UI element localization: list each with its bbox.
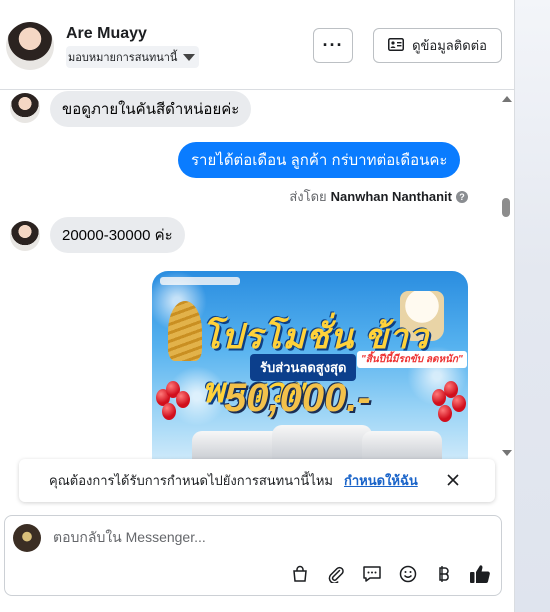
chat-bubble-icon[interactable] [361,563,383,585]
contact-avatar[interactable] [6,22,54,70]
close-icon[interactable] [443,470,463,490]
contact-card-icon [388,37,405,54]
more-options-button[interactable]: ··· [313,28,353,63]
promo-image-attachment[interactable]: โปรโมชั่น ข้าวพารวย "สิ้นปีนี้มีรถขับ ลด… [152,271,468,461]
chevron-down-icon [183,53,196,61]
notice-text: คุณต้องการได้รับการกำหนดไปยังการสนทนานี้… [49,473,333,488]
sent-by-line: ส่งโดย Nanwhan Nanthanit ? [289,186,468,207]
view-contact-label: ดูข้อมูลติดต่อ [412,38,487,53]
balloon-decoration [438,405,452,422]
car-image [192,431,282,461]
reply-composer [4,515,502,596]
emoji-icon[interactable] [397,563,419,585]
assign-label: มอบหมายการสนทนานี้ [68,52,178,64]
sender-avatar [10,221,40,251]
message-thread[interactable]: ขอดูภายในคันสีดำหน่อยค่ะ รายได้ต่อเดือน … [0,91,514,461]
help-icon[interactable]: ? [456,190,468,203]
balloon-decoration [452,395,466,412]
sent-by-prefix: ส่งโดย [289,189,327,204]
car-image [362,431,442,461]
conversation-header: Are Muayy มอบหมายการสนทนานี้ ··· ดูข้อมู… [0,0,514,90]
thumbs-up-icon[interactable] [469,563,491,585]
bag-icon[interactable] [289,563,311,585]
paperclip-icon[interactable] [325,563,347,585]
balloon-decoration [176,391,190,408]
car-image [272,425,372,461]
reply-input[interactable] [53,529,483,545]
message-bubble-incoming[interactable]: ขอดูภายในคันสีดำหน่อยค่ะ [50,91,252,127]
message-bubble-outgoing[interactable]: รายได้ต่อเดือน ลูกค้า กร่บาทต่อเดือนคะ [178,142,461,178]
promo-amount: 50,000.- [224,376,371,420]
sent-by-name: Nanwhan Nanthanit [330,189,452,204]
scroll-up-arrow-icon[interactable] [502,96,512,102]
thread-scrollbar[interactable] [500,92,514,460]
right-background-panel [514,0,550,612]
sender-avatar [10,93,40,123]
message-bubble-incoming[interactable]: 20000-30000 ค่ะ [50,217,185,253]
more-icon: ··· [322,35,344,55]
assign-to-me-link[interactable]: กำหนดให้ฉัน [344,470,418,491]
conversation-panel: Are Muayy มอบหมายการสนทนานี้ ··· ดูข้อมู… [0,0,514,612]
contact-name[interactable]: Are Muayy [66,25,147,43]
scroll-down-arrow-icon[interactable] [502,450,512,456]
view-contact-button[interactable]: ดูข้อมูลติดต่อ [373,28,502,63]
scroll-thumb[interactable] [502,198,510,217]
wheat-decoration [168,301,202,361]
balloon-decoration [162,403,176,420]
promo-subtitle: "สิ้นปีนี้มีรถขับ ลดหนัก" [357,351,467,368]
baht-icon[interactable] [433,563,455,585]
assign-notice: คุณต้องการได้รับการกำหนดไปยังการสนทนานี้… [19,459,495,502]
composer-toolbar [289,563,491,585]
page-avatar [13,524,41,552]
assign-dropdown[interactable]: มอบหมายการสนทนานี้ [66,46,200,68]
